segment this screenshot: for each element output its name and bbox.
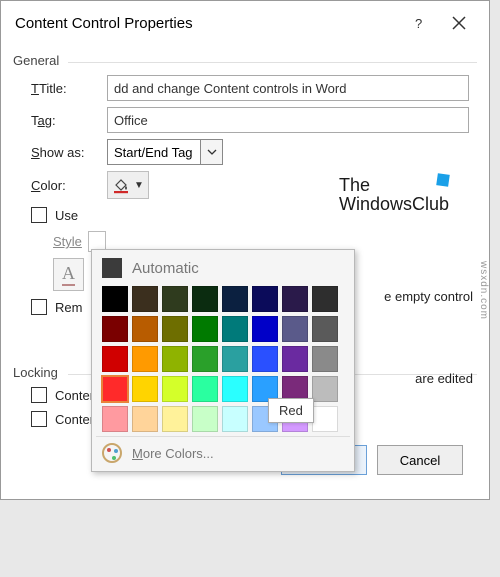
dialog-content-control-properties: Content Control Properties ? General TTi… (0, 0, 490, 500)
color-swatch[interactable] (192, 286, 218, 312)
color-tooltip: Red (268, 398, 314, 423)
more-colors-label: More Colors... (132, 446, 214, 461)
color-swatch[interactable] (162, 406, 188, 432)
palette-icon (102, 443, 122, 463)
svg-text:?: ? (415, 16, 422, 31)
showas-label: Show as: (31, 145, 101, 160)
group-general-divider (68, 62, 477, 63)
color-swatch[interactable] (252, 346, 278, 372)
use-style-label-right: e empty control (384, 289, 473, 304)
dialog-title: Content Control Properties (15, 15, 399, 32)
color-swatch[interactable] (162, 376, 188, 402)
cancel-button[interactable]: Cancel (377, 445, 463, 475)
color-swatch[interactable] (102, 316, 128, 342)
color-swatch[interactable] (102, 376, 128, 402)
color-automatic-item[interactable]: Automatic (96, 254, 350, 282)
title-input[interactable] (107, 75, 469, 101)
color-swatch[interactable] (282, 286, 308, 312)
color-swatch[interactable] (132, 286, 158, 312)
color-swatch[interactable] (132, 346, 158, 372)
color-swatch[interactable] (282, 346, 308, 372)
color-swatch[interactable] (282, 316, 308, 342)
help-icon: ? (412, 14, 426, 32)
color-swatch[interactable] (192, 406, 218, 432)
color-swatch[interactable] (312, 376, 338, 402)
row-tag: Tag: (31, 107, 469, 133)
more-colors-item[interactable]: More Colors... (96, 436, 350, 467)
color-swatch[interactable] (312, 346, 338, 372)
color-swatch[interactable] (222, 406, 248, 432)
color-swatch[interactable] (312, 286, 338, 312)
showas-combo[interactable]: Start/End Tag (107, 139, 223, 165)
use-style-checkbox[interactable] (31, 207, 47, 223)
color-swatch[interactable] (222, 346, 248, 372)
cannot-edit-checkbox[interactable] (31, 411, 47, 427)
color-swatch[interactable] (192, 346, 218, 372)
row-title: TTitle: (31, 75, 469, 101)
color-swatch[interactable] (192, 376, 218, 402)
titlebar: Content Control Properties ? (1, 1, 489, 45)
watermark-square-icon (436, 173, 450, 187)
color-swatch[interactable] (132, 316, 158, 342)
color-swatch[interactable] (312, 316, 338, 342)
new-style-button: A (53, 258, 84, 291)
color-swatch[interactable] (192, 316, 218, 342)
color-button[interactable]: ▼ (107, 171, 149, 199)
color-swatch[interactable] (102, 346, 128, 372)
help-button[interactable]: ? (399, 9, 439, 37)
color-swatch[interactable] (222, 376, 248, 402)
close-button[interactable] (439, 9, 479, 37)
chevron-down-icon (207, 149, 217, 155)
automatic-label: Automatic (132, 260, 199, 277)
new-style-icon: A (62, 263, 75, 286)
group-general-label: General (13, 53, 477, 68)
color-swatch[interactable] (102, 406, 128, 432)
remove-checkbox[interactable] (31, 299, 47, 315)
automatic-swatch-icon (102, 258, 122, 278)
style-label: Style (53, 234, 82, 249)
showas-dropdown-button[interactable] (200, 140, 222, 164)
showas-value: Start/End Tag (108, 145, 200, 160)
close-icon (452, 16, 466, 30)
tag-label: Tag: (31, 113, 101, 128)
color-swatch[interactable] (162, 346, 188, 372)
color-swatch[interactable] (102, 286, 128, 312)
chevron-down-icon: ▼ (134, 180, 144, 191)
color-label: Color: (31, 178, 101, 193)
tag-input[interactable] (107, 107, 469, 133)
color-swatch[interactable] (252, 316, 278, 342)
row-showas: Show as: Start/End Tag (31, 139, 469, 165)
color-swatch[interactable] (162, 316, 188, 342)
remove-label-left: Rem (55, 300, 82, 315)
color-picker-popup: Automatic Red More Colors... (91, 249, 355, 472)
watermark-windowsclub: The WindowsClub (339, 176, 449, 214)
title-label: TTitle: (31, 81, 101, 96)
remove-label-right: are edited (415, 371, 473, 386)
color-swatch[interactable] (312, 406, 338, 432)
color-swatch[interactable] (132, 406, 158, 432)
color-swatch[interactable] (222, 286, 248, 312)
use-style-label-left: Use (55, 208, 78, 223)
color-swatch[interactable] (252, 286, 278, 312)
color-swatch[interactable] (132, 376, 158, 402)
paint-bucket-icon (112, 176, 130, 194)
color-swatch[interactable] (162, 286, 188, 312)
cannot-delete-checkbox[interactable] (31, 387, 47, 403)
source-watermark: wsxdn.com (478, 261, 489, 320)
color-swatch[interactable] (222, 316, 248, 342)
